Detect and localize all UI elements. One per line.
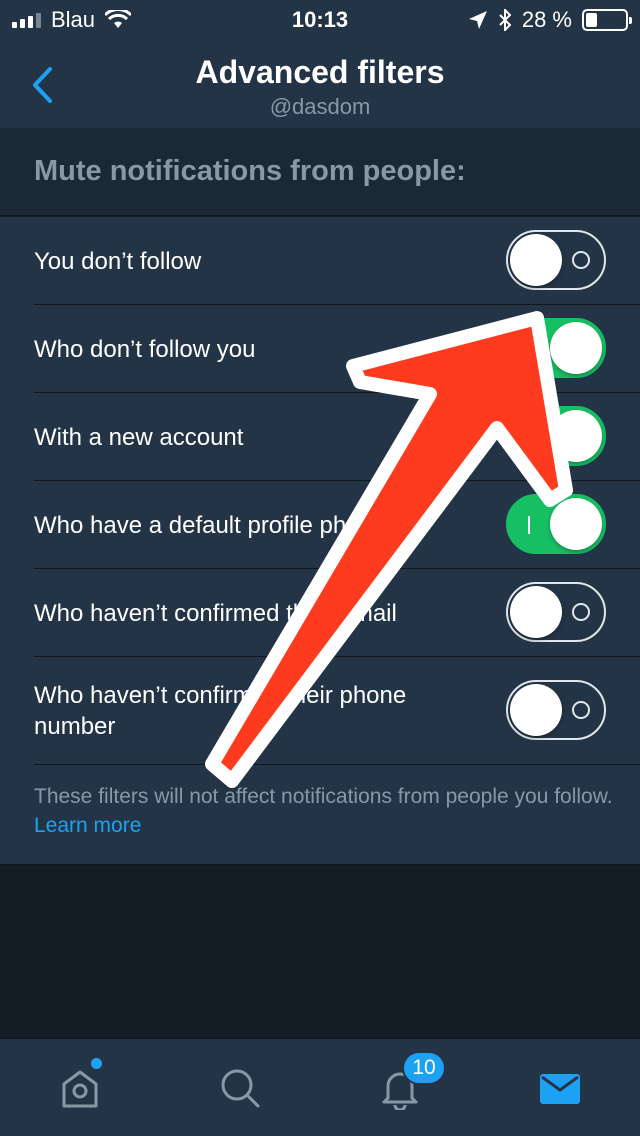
filter-label: Who have a default profile photo: [34, 511, 380, 539]
toggle-on-mark: [528, 516, 530, 534]
filter-row-unconfirmed-phone: Who haven’t confirmed their phone number: [0, 657, 640, 765]
filter-label: Who haven’t confirmed their email: [34, 599, 397, 627]
section-header-label: Mute notifications from people:: [34, 155, 466, 187]
footnote-text: These filters will not affect notificati…: [34, 785, 613, 808]
tab-bar: 10: [0, 1038, 640, 1136]
envelope-icon: [540, 1074, 580, 1104]
tab-notifications[interactable]: 10: [320, 1039, 480, 1136]
filter-row-unconfirmed-email: Who haven’t confirmed their email: [0, 569, 640, 657]
toggle-knob: [550, 322, 602, 374]
filter-toggle[interactable]: [506, 230, 606, 290]
toggle-on-mark: [528, 340, 530, 358]
filter-label: With a new account: [34, 423, 244, 451]
filter-row-not-following: You don’t follow: [0, 217, 640, 305]
section-header: Mute notifications from people:: [0, 128, 640, 216]
filter-toggle[interactable]: [506, 494, 606, 554]
page-title: Advanced filters: [195, 54, 445, 90]
filter-label: Who don’t follow you: [34, 335, 256, 363]
toggle-knob: [510, 234, 562, 286]
toggle-off-mark: [572, 251, 590, 269]
filter-row-new-account: With a new account: [0, 393, 640, 481]
battery-icon: [582, 9, 632, 31]
home-icon: [62, 1070, 98, 1108]
navigation-bar: Advanced filters @dasdom: [0, 40, 640, 128]
search-icon: [221, 1069, 260, 1108]
filter-toggle[interactable]: [506, 582, 606, 642]
status-bar: Blau 10:13 28 %: [0, 0, 640, 40]
status-left: Blau: [12, 7, 132, 33]
toggle-knob: [510, 586, 562, 638]
battery-level: [586, 13, 597, 27]
battery-percent: 28 %: [521, 7, 572, 32]
tab-search[interactable]: [160, 1039, 320, 1136]
unread-dot: [91, 1058, 102, 1069]
footnote: These filters will not affect notificati…: [34, 782, 614, 840]
tab-home[interactable]: [0, 1039, 160, 1136]
filter-toggle[interactable]: [506, 680, 606, 740]
status-right: 28 %: [468, 7, 632, 33]
filter-toggle[interactable]: [506, 318, 606, 378]
filter-row-not-following-you: Who don’t follow you: [0, 305, 640, 393]
signal-icon: [12, 12, 41, 28]
toggle-off-mark: [572, 701, 590, 719]
carrier-label: Blau: [51, 7, 96, 32]
notification-badge: 10: [402, 1051, 446, 1085]
toggle-knob: [510, 684, 562, 736]
wifi-icon: [105, 10, 132, 28]
row-divider: [34, 764, 640, 765]
toggle-knob: [550, 498, 602, 550]
filter-label: You don’t follow: [34, 247, 202, 275]
page-subtitle: @dasdom: [269, 94, 371, 119]
toggle-on-mark: [528, 428, 530, 446]
toggle-knob: [550, 410, 602, 462]
filter-list: You don’t follow Who don’t follow you Wi…: [0, 217, 640, 865]
tab-messages[interactable]: [480, 1039, 640, 1136]
learn-more-link[interactable]: Learn more: [34, 814, 141, 837]
bluetooth-icon: [499, 9, 512, 31]
toggle-off-mark: [572, 603, 590, 621]
location-icon: [468, 11, 487, 29]
filter-label: Who haven’t confirmed their phone number: [34, 682, 407, 740]
filter-row-default-photo: Who have a default profile photo: [0, 481, 640, 569]
filter-toggle[interactable]: [506, 406, 606, 466]
